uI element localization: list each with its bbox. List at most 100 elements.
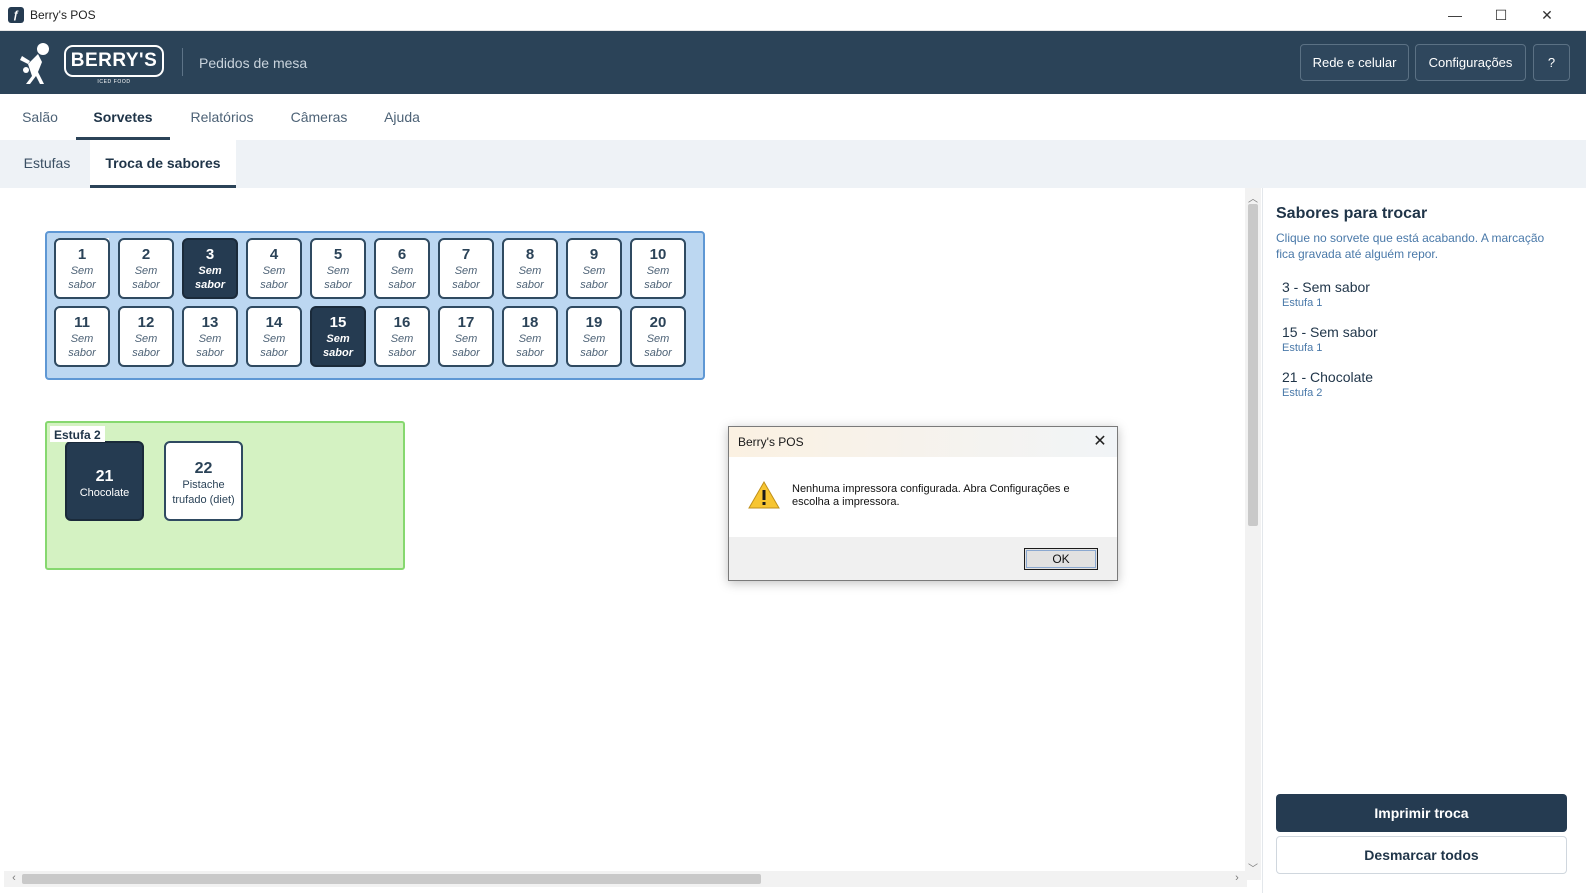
slot-number: 22 (194, 460, 213, 477)
vertical-scrollbar[interactable]: ︿ ﹀ (1245, 188, 1261, 880)
ice-cream-slot[interactable]: 16 Sem sabor (374, 306, 430, 367)
slot-flavor-line1: Sem (70, 265, 94, 277)
ice-cream-slot[interactable]: 2 Sem sabor (118, 238, 174, 299)
maximize-button[interactable]: ☐ (1478, 0, 1524, 31)
slot-flavor-line2: sabor (132, 347, 160, 359)
slot-flavor-line1: Sem (262, 265, 286, 277)
dialog-title: Berry's POS (738, 435, 804, 449)
ice-cream-slot[interactable]: 7 Sem sabor (438, 238, 494, 299)
ice-cream-slot[interactable]: 18 Sem sabor (502, 306, 558, 367)
ice-cream-slot[interactable]: 12 Sem sabor (118, 306, 174, 367)
slot-flavor-line2: sabor (260, 347, 288, 359)
slot-flavor-line2: sabor (324, 279, 352, 291)
vertical-scroll-thumb[interactable] (1248, 204, 1258, 526)
flavor-item-name: 3 - Sem sabor (1282, 279, 1370, 295)
slot-flavor-line2: sabor (68, 347, 96, 359)
ice-cream-slot[interactable]: 5 Sem sabor (310, 238, 366, 299)
scroll-down-icon[interactable]: ﹀ (1247, 860, 1259, 875)
slot-flavor-line1: Sem (518, 333, 542, 345)
help-button[interactable]: ? (1533, 44, 1570, 81)
ice-cream-slot[interactable]: 22 Pistache trufado (diet) (164, 441, 243, 521)
slot-number: 4 (269, 246, 279, 263)
slot-number: 6 (397, 246, 407, 263)
ice-cream-slot[interactable]: 3 Sem sabor (182, 238, 238, 299)
slot-flavor-line1: Sem (198, 265, 222, 277)
ice-cream-slot[interactable]: 10 Sem sabor (630, 238, 686, 299)
slot-flavor-line1: Sem (582, 265, 606, 277)
ice-cream-slot[interactable]: 8 Sem sabor (502, 238, 558, 299)
subtab-estufas[interactable]: Estufas (14, 140, 80, 188)
app-header: BERRY'S ICED FOOD Pedidos de mesa Rede e… (0, 31, 1586, 94)
slot-flavor-line2: sabor (644, 347, 672, 359)
mascot-icon (20, 43, 49, 84)
ice-cream-slot[interactable]: 20 Sem sabor (630, 306, 686, 367)
slot-number: 13 (201, 314, 219, 331)
horizontal-scrollbar[interactable]: ‹ › (4, 871, 1247, 887)
close-window-button[interactable]: ✕ (1524, 0, 1570, 31)
ice-cream-slot[interactable]: 19 Sem sabor (566, 306, 622, 367)
ice-cream-slot[interactable]: 14 Sem sabor (246, 306, 302, 367)
settings-button[interactable]: Configurações (1415, 44, 1526, 81)
berrys-logo: BERRY'S ICED FOOD (16, 40, 168, 86)
logo-subtitle: ICED FOOD (97, 79, 131, 85)
tab-sorvetes[interactable]: Sorvetes (76, 94, 170, 140)
estufa-1: 1 Sem sabor 2 Sem sabor 3 Sem sabor 4 Sem sabor 5 Sem… (45, 231, 705, 380)
estufa-2: 21 Chocolate 22 Pistache trufado (diet) Estu… (45, 421, 405, 570)
subtab-troca-de-sabores[interactable]: Troca de sabores (90, 140, 236, 188)
printer-warning-dialog: Berry's POS ✕ Nenhuma impressora configu… (728, 426, 1118, 581)
ice-cream-slot[interactable]: 9 Sem sabor (566, 238, 622, 299)
tab-ajuda[interactable]: Ajuda (376, 94, 428, 140)
ice-cream-slot[interactable]: 15 Sem sabor (310, 306, 366, 367)
tab-cameras[interactable]: Câmeras (284, 94, 354, 140)
slot-flavor-line1: Sem (454, 333, 478, 345)
slot-number: 10 (649, 246, 667, 263)
print-swap-button[interactable]: Imprimir troca (1276, 794, 1567, 832)
slot-number: 3 (205, 246, 215, 263)
main-tabs: Salão Sorvetes Relatórios Câmeras Ajuda (0, 94, 1586, 140)
ok-button[interactable]: OK (1024, 548, 1098, 570)
scroll-up-icon[interactable]: ︿ (1247, 190, 1259, 205)
flavor-item[interactable]: 3 - Sem sabor Estufa 1 (1282, 279, 1572, 310)
flavor-item[interactable]: 15 - Sem sabor Estufa 1 (1282, 324, 1572, 355)
ice-cream-slot[interactable]: 17 Sem sabor (438, 306, 494, 367)
flavor-item[interactable]: 21 - Chocolate Estufa 2 (1282, 369, 1572, 400)
horizontal-scroll-thumb[interactable] (22, 874, 761, 884)
slot-flavor-line1: Pistache (182, 479, 225, 491)
slot-flavor-line1: Sem (262, 333, 286, 345)
tab-salao[interactable]: Salão (14, 94, 66, 140)
slot-flavor-line1: Sem (198, 333, 222, 345)
estufa-2-label: Estufa 2 (50, 426, 105, 442)
slot-number: 9 (589, 246, 599, 263)
slot-number: 11 (74, 314, 90, 331)
sub-tabs: Estufas Troca de sabores (0, 140, 1586, 188)
clear-all-button[interactable]: Desmarcar todos (1276, 836, 1567, 874)
minimize-button[interactable]: — (1432, 0, 1478, 31)
tab-relatorios[interactable]: Relatórios (182, 94, 262, 140)
ice-cream-slot[interactable]: 11 Sem sabor (54, 306, 110, 367)
slot-flavor-line2: sabor (388, 279, 416, 291)
scroll-left-icon[interactable]: ‹ (8, 872, 20, 886)
flavor-item-name: 21 - Chocolate (1282, 369, 1374, 385)
ice-cream-slot[interactable]: 6 Sem sabor (374, 238, 430, 299)
slot-number: 5 (333, 246, 343, 263)
slot-number: 18 (521, 314, 539, 331)
slot-number: 12 (137, 314, 155, 331)
dialog-close-icon[interactable]: ✕ (1089, 431, 1111, 453)
scroll-right-icon[interactable]: › (1231, 872, 1243, 886)
slot-flavor-line2: sabor (644, 279, 672, 291)
ice-cream-slot[interactable]: 4 Sem sabor (246, 238, 302, 299)
slot-flavor-line1: Sem (134, 333, 158, 345)
slot-flavor-line2: sabor (132, 279, 160, 291)
flavors-panel: Sabores para trocar Clique no sorvete qu… (1262, 188, 1586, 893)
network-button[interactable]: Rede e celular (1300, 44, 1409, 81)
slot-number: 21 (95, 468, 114, 485)
slot-number: 16 (393, 314, 411, 331)
ice-cream-slot[interactable]: 13 Sem sabor (182, 306, 238, 367)
ice-cream-slot[interactable]: 1 Sem sabor (54, 238, 110, 299)
slot-flavor-line1: Sem (646, 265, 670, 277)
slot-number: 7 (461, 246, 471, 263)
slot-flavor-line1: Sem (518, 265, 542, 277)
slot-flavor-line1: Sem (582, 333, 606, 345)
ice-cream-slot[interactable]: 21 Chocolate (65, 441, 144, 521)
header-divider (182, 48, 183, 76)
